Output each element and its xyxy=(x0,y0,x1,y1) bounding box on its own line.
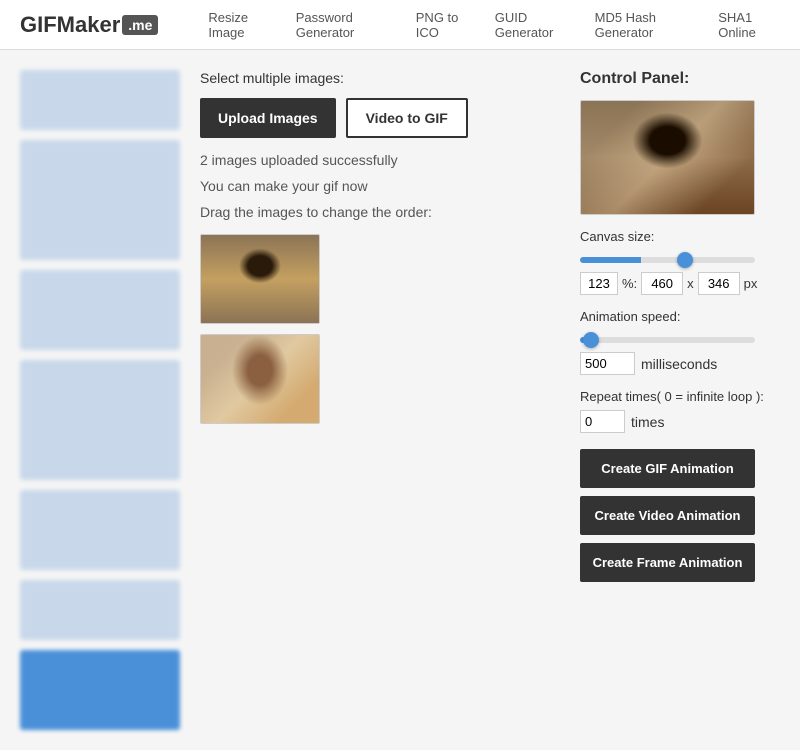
list-item[interactable] xyxy=(200,334,320,424)
canvas-size-slider[interactable] xyxy=(580,257,755,263)
repeat-times-section: Repeat times( 0 = infinite loop ): times xyxy=(580,389,780,433)
nav-resize-image[interactable]: Resize Image xyxy=(208,10,273,40)
upload-buttons: Upload Images Video to GIF xyxy=(200,98,560,138)
animation-speed-slider[interactable] xyxy=(580,337,755,343)
nav-guid-generator[interactable]: GUID Generator xyxy=(495,10,573,40)
speed-slider-container xyxy=(580,330,780,346)
milliseconds-label: milliseconds xyxy=(641,356,717,372)
nav-png-to-ico[interactable]: PNG to ICO xyxy=(416,10,473,40)
px-label: px xyxy=(744,276,758,291)
x-separator: x xyxy=(687,276,694,291)
create-video-button[interactable]: Create Video Animation xyxy=(580,496,755,535)
content-area: Select multiple images: Upload Images Vi… xyxy=(200,70,780,730)
right-panel: Control Panel: Canvas size: %: x px xyxy=(580,70,780,730)
repeat-input[interactable] xyxy=(580,410,625,433)
repeat-label: Repeat times( 0 = infinite loop ): xyxy=(580,389,780,404)
sidebar-ad-4 xyxy=(20,360,180,480)
drag-order-text: Drag the images to change the order: xyxy=(200,204,560,220)
upload-images-button[interactable]: Upload Images xyxy=(200,98,336,138)
video-to-gif-button[interactable]: Video to GIF xyxy=(346,98,468,138)
header: GIFMaker .me Resize Image Password Gener… xyxy=(0,0,800,50)
sidebar-ad-5 xyxy=(20,490,180,570)
list-item[interactable] xyxy=(200,234,320,324)
main-layout: Select multiple images: Upload Images Vi… xyxy=(0,50,800,750)
canvas-size-section: Canvas size: %: x px xyxy=(580,229,780,295)
canvas-height-input[interactable] xyxy=(698,272,740,295)
animation-speed-label: Animation speed: xyxy=(580,309,780,324)
sidebar xyxy=(20,70,180,730)
nav-password-generator[interactable]: Password Generator xyxy=(296,10,394,40)
animation-speed-section: Animation speed: milliseconds xyxy=(580,309,780,375)
nav-md5-hash[interactable]: MD5 Hash Generator xyxy=(595,10,697,40)
canvas-slider-container xyxy=(580,250,780,266)
percent-symbol: %: xyxy=(622,276,637,291)
repeat-row: times xyxy=(580,410,780,433)
canvas-size-label: Canvas size: xyxy=(580,229,780,244)
sidebar-ad-1 xyxy=(20,70,180,130)
create-frame-button[interactable]: Create Frame Animation xyxy=(580,543,755,582)
sidebar-ad-7 xyxy=(20,650,180,730)
nav-sha1-online[interactable]: SHA1 Online xyxy=(718,10,780,40)
image-preview-1 xyxy=(201,235,319,323)
sidebar-ad-3 xyxy=(20,270,180,350)
control-panel-preview xyxy=(580,100,755,215)
image-preview-2 xyxy=(201,335,319,423)
logo[interactable]: GIFMaker .me xyxy=(20,12,158,38)
canvas-inputs: %: x px xyxy=(580,272,780,295)
speed-row: milliseconds xyxy=(580,352,780,375)
speed-input[interactable] xyxy=(580,352,635,375)
select-label: Select multiple images: xyxy=(200,70,560,86)
sidebar-ad-6 xyxy=(20,580,180,640)
upload-success-text: 2 images uploaded successfully xyxy=(200,152,560,168)
action-buttons: Create GIF Animation Create Video Animat… xyxy=(580,449,780,582)
canvas-percent-input[interactable] xyxy=(580,272,618,295)
control-panel-title: Control Panel: xyxy=(580,70,780,88)
times-label: times xyxy=(631,414,664,430)
image-list xyxy=(200,234,560,424)
nav: Resize Image Password Generator PNG to I… xyxy=(208,10,780,40)
sidebar-ad-2 xyxy=(20,140,180,260)
make-gif-text: You can make your gif now xyxy=(200,178,560,194)
canvas-width-input[interactable] xyxy=(641,272,683,295)
logo-text: GIFMaker xyxy=(20,12,120,38)
left-panel: Select multiple images: Upload Images Vi… xyxy=(200,70,560,730)
create-gif-button[interactable]: Create GIF Animation xyxy=(580,449,755,488)
logo-badge: .me xyxy=(122,15,158,35)
